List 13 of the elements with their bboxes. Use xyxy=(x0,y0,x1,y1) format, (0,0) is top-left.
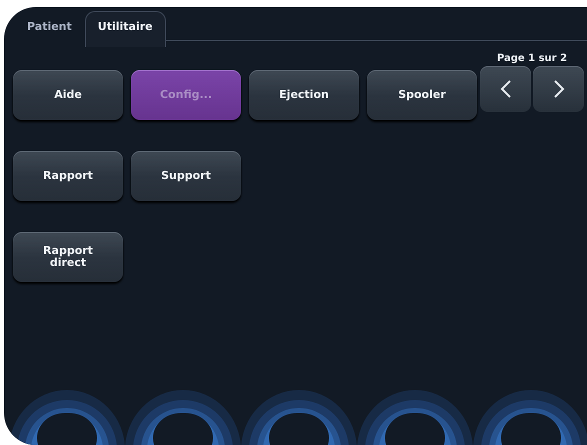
next-page-button[interactable] xyxy=(533,66,584,112)
menu-button[interactable]: Aide xyxy=(13,70,123,120)
previous-page-button[interactable] xyxy=(480,66,531,112)
tab[interactable]: Patient xyxy=(14,11,85,47)
chevron-left-icon xyxy=(500,79,512,99)
chevron-right-icon xyxy=(552,79,564,99)
menu-button[interactable]: Support xyxy=(131,151,241,201)
menu-button[interactable]: Spooler xyxy=(367,70,477,120)
menu-button[interactable]: Rapport direct xyxy=(13,232,123,282)
page-indicator: Page 1 sur 2 xyxy=(496,53,568,64)
menu-button[interactable]: Rapport xyxy=(13,151,123,201)
menu-button[interactable]: Ejection xyxy=(249,70,359,120)
tab[interactable]: Utilitaire xyxy=(84,11,166,47)
